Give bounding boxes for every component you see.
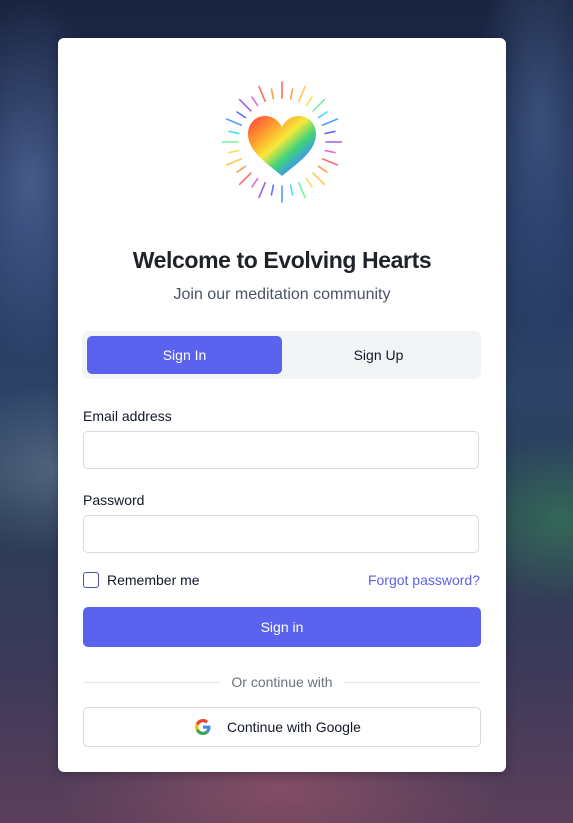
email-label: Email address [83,408,172,424]
logo-ray [289,184,294,196]
logo-ray [225,158,243,166]
logo-ray [298,85,306,103]
sign-in-button[interactable]: Sign in [83,607,481,647]
password-label: Password [83,492,145,508]
logo-ray [305,177,313,188]
logo-ray [317,165,328,173]
remember-row: Remember me Forgot password? [83,572,480,590]
remember-me-label[interactable]: Remember me [107,572,200,589]
auth-tabs: Sign In Sign Up [82,331,481,379]
divider-line-right [344,682,481,683]
logo-ray [258,85,266,103]
logo-ray [312,98,326,112]
logo-ray [305,96,313,107]
logo-ray [321,118,339,126]
logo-ray [258,181,266,199]
logo-ray [298,181,306,199]
logo-ray [317,111,328,119]
or-divider: Or continue with [83,674,481,690]
logo-ray [228,130,240,135]
sign-in-card: Welcome to Evolving Hearts Join our medi… [58,38,506,772]
logo-ray [312,172,326,186]
forgot-password-link[interactable]: Forgot password? [368,572,480,589]
logo-ray [270,184,275,196]
logo-ray [270,88,275,100]
tab-sign-up[interactable]: Sign Up [281,336,476,374]
rainbow-heart-icon [222,81,342,203]
logo-ray [238,172,252,186]
google-button-label: Continue with Google [227,719,361,735]
remember-me-checkbox[interactable] [83,572,99,588]
tab-sign-in[interactable]: Sign In [87,336,282,374]
logo-ray [321,158,339,166]
logo-ray [228,149,240,154]
page-title: Welcome to Evolving Hearts [132,247,432,273]
logo-ray [289,88,294,100]
page-subtitle: Join our meditation community [173,286,391,303]
logo-ray [324,130,336,135]
logo-ray [251,96,259,107]
logo-ray [236,111,247,119]
logo-ray [238,98,252,112]
google-sign-in-button[interactable]: Continue with Google [83,707,481,747]
logo-ray [236,165,247,173]
google-icon [195,719,211,735]
password-field[interactable] [83,515,479,553]
logo-ray [251,177,259,188]
email-field[interactable] [83,431,479,469]
logo-ray [324,149,336,154]
logo-ray [225,118,243,126]
